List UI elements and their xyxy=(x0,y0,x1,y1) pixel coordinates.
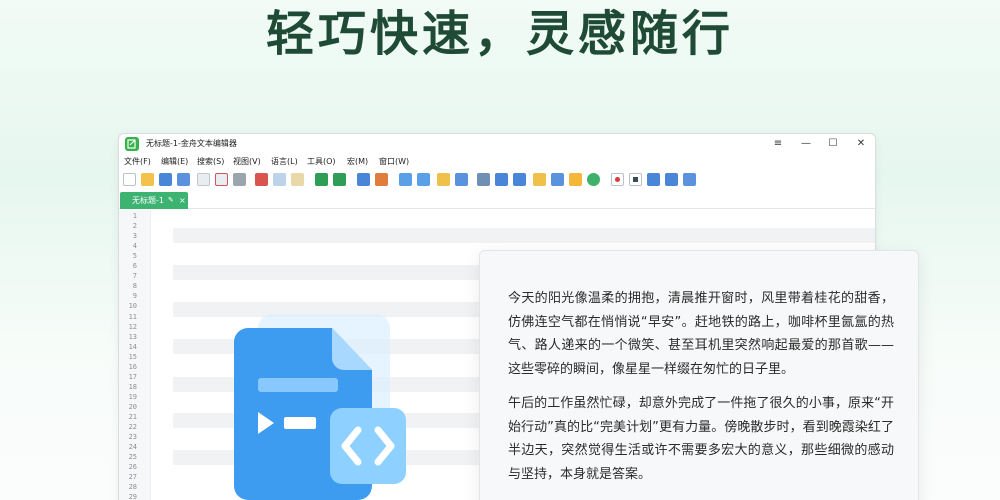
line-number: 12 xyxy=(128,322,137,331)
line-number: 10 xyxy=(128,302,137,311)
line-number: 6 xyxy=(132,262,137,271)
save-all-icon[interactable] xyxy=(177,173,190,186)
line-number: 8 xyxy=(132,282,137,291)
copy-icon[interactable] xyxy=(273,173,286,186)
line-number-gutter: 1 2 3 4 5 6 7 8 9 10 11 12 13 14 15 16 17 18 19 20 21 22 23 24 2… xyxy=(119,210,151,500)
monitor-icon[interactable] xyxy=(587,173,600,186)
zoom-out-icon[interactable] xyxy=(417,173,430,186)
doc-map-icon[interactable] xyxy=(533,173,546,186)
close-file-icon[interactable] xyxy=(197,173,210,186)
menu-edit[interactable]: 编辑(E) xyxy=(161,155,188,169)
line-number: 23 xyxy=(128,433,137,442)
line-number: 7 xyxy=(132,272,137,281)
tab-close-icon[interactable]: × xyxy=(179,194,186,207)
open-folder-icon[interactable] xyxy=(141,173,154,186)
folder-workspace-icon[interactable] xyxy=(569,173,582,186)
menu-file[interactable]: 文件(F) xyxy=(124,155,151,169)
line-number: 13 xyxy=(128,332,137,341)
line-number: 14 xyxy=(128,342,137,351)
line-number: 27 xyxy=(128,473,137,482)
line-number: 24 xyxy=(128,443,137,452)
function-list-icon[interactable] xyxy=(551,173,564,186)
menu-window[interactable]: 窗口(W) xyxy=(379,155,409,169)
line-number: 5 xyxy=(132,252,137,261)
redo-icon[interactable] xyxy=(333,173,346,186)
tab-untitled-1[interactable]: 无标题-1 ✎ × xyxy=(120,192,188,209)
save-macro-icon[interactable] xyxy=(683,173,696,186)
line-number: 20 xyxy=(128,402,137,411)
close-button[interactable]: ✕ xyxy=(853,136,869,152)
line-number: 19 xyxy=(128,392,137,401)
line-number: 18 xyxy=(128,382,137,391)
replace-icon[interactable] xyxy=(375,173,388,186)
undo-icon[interactable] xyxy=(315,173,328,186)
line-number: 29 xyxy=(128,493,137,500)
editor-line-placeholder xyxy=(173,228,875,243)
menu-macro[interactable]: 宏(M) xyxy=(347,155,368,169)
line-number: 4 xyxy=(132,242,137,251)
paragraph-2: 午后的工作虽然忙碌，却意外完成了一件拖了很久的小事，原来“开始行动”真的比“完美… xyxy=(508,396,894,482)
stop-macro-icon[interactable] xyxy=(629,173,642,186)
tab-label: 无标题-1 xyxy=(132,196,164,205)
line-number: 22 xyxy=(128,423,137,432)
paste-icon[interactable] xyxy=(291,173,304,186)
record-macro-icon[interactable] xyxy=(611,173,624,186)
line-number: 11 xyxy=(128,312,137,321)
maximize-button[interactable]: ☐ xyxy=(825,136,841,152)
run-macro-multiple-icon[interactable] xyxy=(665,173,678,186)
line-number: 28 xyxy=(128,483,137,492)
pin-icon[interactable]: ✎ xyxy=(168,194,174,207)
menu-language[interactable]: 语言(L) xyxy=(271,155,298,169)
toolbar xyxy=(119,170,875,190)
sync-horizontal-icon[interactable] xyxy=(455,173,468,186)
word-wrap-icon[interactable] xyxy=(477,173,490,186)
window-title: 无标题-1-金舟文本编辑器 xyxy=(146,139,237,148)
menu-view[interactable]: 视图(V) xyxy=(233,155,261,169)
menu-search[interactable]: 搜索(S) xyxy=(197,155,224,169)
code-file-illustration xyxy=(228,312,408,500)
print-icon[interactable] xyxy=(233,173,246,186)
menu-bar: 文件(F) 编辑(E) 搜索(S) 视图(V) 语言(L) 工具(O) 宏(M)… xyxy=(119,154,875,170)
new-file-icon[interactable] xyxy=(123,173,136,186)
paragraph-1: 今天的阳光像温柔的拥抱，清晨推开窗时，风里带着桂花的甜香，仿佛连空气都在悄悄说“… xyxy=(508,291,894,377)
line-number: 26 xyxy=(128,463,137,472)
line-number: 25 xyxy=(128,453,137,462)
find-icon[interactable] xyxy=(357,173,370,186)
play-macro-icon[interactable] xyxy=(647,173,660,186)
tab-strip: 无标题-1 ✎ × xyxy=(119,192,875,209)
line-number: 9 xyxy=(132,292,137,301)
menu-tools[interactable]: 工具(O) xyxy=(307,155,336,169)
line-number: 21 xyxy=(128,413,137,421)
app-logo-icon xyxy=(125,137,139,151)
zoom-in-icon[interactable] xyxy=(399,173,412,186)
minimize-button[interactable]: — xyxy=(798,136,814,152)
close-all-icon[interactable] xyxy=(215,173,228,186)
line-number: 2 xyxy=(132,222,137,231)
text-preview-card: 今天的阳光像温柔的拥抱，清晨推开窗时，风里带着桂花的甜香，仿佛连空气都在悄悄说“… xyxy=(479,250,919,500)
hero-title: 轻巧快速，灵感随行 xyxy=(265,6,734,62)
line-number: 1 xyxy=(132,212,137,220)
show-symbols-icon[interactable] xyxy=(495,173,508,186)
line-number: 15 xyxy=(128,352,137,361)
indent-guide-icon[interactable] xyxy=(513,173,526,186)
title-bar: 无标题-1-金舟文本编辑器 ≡ — ☐ ✕ xyxy=(119,134,875,154)
sync-vertical-icon[interactable] xyxy=(437,173,450,186)
line-number: 16 xyxy=(128,362,137,371)
line-number: 3 xyxy=(132,232,137,241)
save-icon[interactable] xyxy=(159,173,172,186)
line-number: 17 xyxy=(128,372,137,381)
cut-icon[interactable] xyxy=(255,173,268,186)
hamburger-menu-icon[interactable]: ≡ xyxy=(770,136,786,152)
